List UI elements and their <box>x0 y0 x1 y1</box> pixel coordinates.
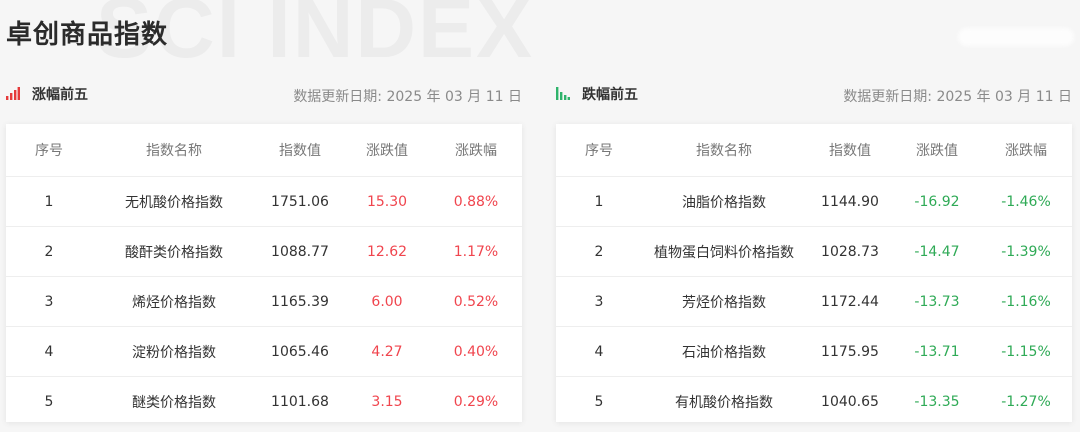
change-cell: -14.47 <box>914 243 960 260</box>
change-pct-cell: 0.88% <box>453 193 499 210</box>
losers-title: 跌幅前五 <box>582 87 638 103</box>
index-value-cell: 1175.95 <box>821 343 879 360</box>
table-row[interactable]: 4 石油价格指数 1175.95 -13.71 -1.15% <box>556 327 1072 377</box>
page-title: 卓创商品指数 <box>6 20 169 50</box>
index-value-cell: 1088.77 <box>271 243 329 260</box>
header-index-name: 指数名称 <box>146 143 202 159</box>
index-name-cell: 醚类价格指数 <box>132 394 216 411</box>
table-row[interactable]: 3 芳烃价格指数 1172.44 -13.73 -1.16% <box>556 277 1072 327</box>
bar-chart-down-icon <box>556 86 570 100</box>
rank-cell: 4 <box>594 343 604 360</box>
change-pct-cell: 0.40% <box>453 343 499 360</box>
losers-table: 序号 指数名称 指数值 涨跌值 涨跌幅 1 油脂价格指数 1144.90 -16… <box>556 124 1072 422</box>
bar-chart-up-icon <box>6 86 20 100</box>
change-pct-cell: -1.39% <box>1001 243 1051 260</box>
index-value-cell: 1144.90 <box>821 193 879 210</box>
change-pct-cell: 1.17% <box>453 243 499 260</box>
header-index-name: 指数名称 <box>696 143 752 159</box>
index-value-cell: 1751.06 <box>271 193 329 210</box>
table-row[interactable]: 2 植物蛋白饲料价格指数 1028.73 -14.47 -1.39% <box>556 227 1072 277</box>
table-row[interactable]: 5 有机酸价格指数 1040.65 -13.35 -1.27% <box>556 377 1072 426</box>
losers-panel-header: 跌幅前五 数据更新日期: 2025 年 03 月 11 日 <box>556 82 1072 110</box>
table-header-row: 序号 指数名称 指数值 涨跌值 涨跌幅 <box>556 124 1072 177</box>
change-cell: -13.73 <box>914 293 960 310</box>
change-cell: -13.35 <box>914 393 960 410</box>
change-cell: 4.27 <box>371 343 403 360</box>
index-name-cell: 酸酐类价格指数 <box>125 244 223 261</box>
change-pct-cell: 0.29% <box>453 393 499 410</box>
change-cell: 12.62 <box>366 243 408 260</box>
rank-cell: 2 <box>594 243 604 260</box>
header-change: 涨跌值 <box>916 143 958 159</box>
gainers-panel-header: 涨幅前五 数据更新日期: 2025 年 03 月 11 日 <box>6 82 522 110</box>
gainers-title: 涨幅前五 <box>32 87 88 103</box>
index-value-cell: 1040.65 <box>821 393 879 410</box>
index-name-cell: 芳烃价格指数 <box>682 294 766 311</box>
gainers-update-date: 数据更新日期: 2025 年 03 月 11 日 <box>293 89 522 105</box>
index-value-cell: 1172.44 <box>821 293 879 310</box>
index-name-cell: 烯烃价格指数 <box>132 294 216 311</box>
rank-cell: 3 <box>594 293 604 310</box>
table-row[interactable]: 1 无机酸价格指数 1751.06 15.30 0.88% <box>6 177 522 227</box>
rank-cell: 3 <box>44 293 54 310</box>
index-name-cell: 无机酸价格指数 <box>125 194 223 211</box>
index-name-cell: 有机酸价格指数 <box>675 394 773 411</box>
blurred-region <box>958 28 1074 46</box>
change-cell: 15.30 <box>366 193 408 210</box>
change-cell: -16.92 <box>914 193 960 210</box>
rank-cell: 1 <box>594 193 604 210</box>
header-change-pct: 涨跌幅 <box>1005 143 1047 159</box>
header-index-value: 指数值 <box>829 143 871 159</box>
rank-cell: 1 <box>44 193 54 210</box>
index-value-cell: 1065.46 <box>271 343 329 360</box>
index-name-cell: 淀粉价格指数 <box>132 344 216 361</box>
rank-cell: 2 <box>44 243 54 260</box>
change-pct-cell: 0.52% <box>453 293 499 310</box>
table-row[interactable]: 5 醚类价格指数 1101.68 3.15 0.29% <box>6 377 522 426</box>
table-row[interactable]: 1 油脂价格指数 1144.90 -16.92 -1.46% <box>556 177 1072 227</box>
rank-cell: 4 <box>44 343 54 360</box>
change-pct-cell: -1.27% <box>1001 393 1051 410</box>
table-row[interactable]: 3 烯烃价格指数 1165.39 6.00 0.52% <box>6 277 522 327</box>
change-cell: 6.00 <box>371 293 403 310</box>
index-value-cell: 1101.68 <box>271 393 329 410</box>
gainers-panel: 涨幅前五 数据更新日期: 2025 年 03 月 11 日 序号 指数名称 指数… <box>6 82 522 422</box>
header-rank: 序号 <box>585 143 613 159</box>
index-value-cell: 1165.39 <box>271 293 329 310</box>
change-pct-cell: -1.46% <box>1001 193 1051 210</box>
table-row[interactable]: 4 淀粉价格指数 1065.46 4.27 0.40% <box>6 327 522 377</box>
gainers-table: 序号 指数名称 指数值 涨跌值 涨跌幅 1 无机酸价格指数 1751.06 15… <box>6 124 522 422</box>
change-cell: 3.15 <box>371 393 403 410</box>
losers-panel: 跌幅前五 数据更新日期: 2025 年 03 月 11 日 序号 指数名称 指数… <box>556 82 1072 422</box>
index-name-cell: 植物蛋白饲料价格指数 <box>654 244 794 261</box>
rank-cell: 5 <box>44 393 54 410</box>
header-rank: 序号 <box>35 143 63 159</box>
header-change: 涨跌值 <box>366 143 408 159</box>
change-pct-cell: -1.15% <box>1001 343 1051 360</box>
header-change-pct: 涨跌幅 <box>455 143 497 159</box>
index-name-cell: 油脂价格指数 <box>682 194 766 211</box>
change-pct-cell: -1.16% <box>1001 293 1051 310</box>
header-index-value: 指数值 <box>279 143 321 159</box>
change-cell: -13.71 <box>914 343 960 360</box>
index-value-cell: 1028.73 <box>821 243 879 260</box>
losers-update-date: 数据更新日期: 2025 年 03 月 11 日 <box>843 89 1072 105</box>
index-name-cell: 石油价格指数 <box>682 344 766 361</box>
table-header-row: 序号 指数名称 指数值 涨跌值 涨跌幅 <box>6 124 522 177</box>
table-row[interactable]: 2 酸酐类价格指数 1088.77 12.62 1.17% <box>6 227 522 277</box>
rank-cell: 5 <box>594 393 604 410</box>
